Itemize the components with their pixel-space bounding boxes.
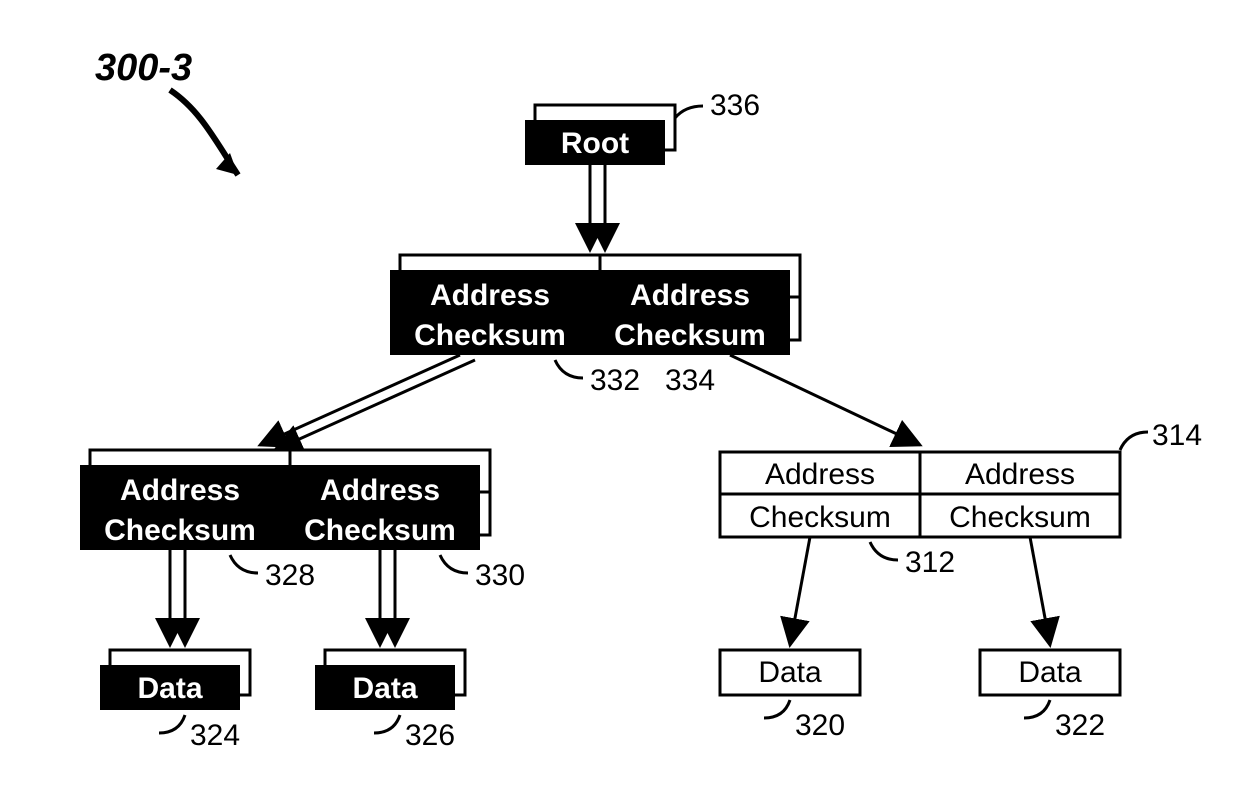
ref-hook-330 (440, 555, 468, 573)
ref-322: 322 (1055, 709, 1105, 742)
ref-hook-322 (1024, 700, 1050, 718)
ref-324: 324 (190, 719, 240, 752)
arrow-r2 (1030, 537, 1050, 645)
ref-332: 332 (590, 364, 640, 397)
arrow-r1 (790, 537, 810, 645)
mid-left-bot: Checksum (414, 319, 566, 352)
ref-326: 326 (405, 719, 455, 752)
mid-right-top: Address (630, 279, 750, 312)
r3l-l-top: Address (120, 474, 240, 507)
mid-right-bot: Checksum (614, 319, 766, 352)
arrow-mid-l-b (275, 360, 475, 450)
r3r-r-top: Address (965, 458, 1075, 491)
root-label: Root (561, 127, 629, 160)
r3l-l-bot: Checksum (104, 514, 256, 547)
ref-312: 312 (905, 546, 955, 579)
ref-hook-312 (870, 542, 898, 560)
r3r-l-top: Address (765, 458, 875, 491)
ref-334: 334 (665, 364, 715, 397)
r3l-r-top: Address (320, 474, 440, 507)
ref-hook-326 (374, 715, 400, 733)
ref-314: 314 (1152, 419, 1202, 452)
ref-320: 320 (795, 709, 845, 742)
r3l-r-bot: Checksum (304, 514, 456, 547)
ref-hook-328 (230, 555, 258, 573)
ref-336: 336 (710, 89, 760, 122)
arrow-mid-l-a (260, 355, 460, 445)
merkle-tree-diagram: 300-3 Root 336 Address Checksum Address … (0, 0, 1240, 802)
data-l1-label: Data (137, 672, 202, 705)
data-l2-label: Data (352, 672, 417, 705)
ref-hook-314 (1120, 432, 1148, 450)
figure-ref: 300-3 (95, 47, 192, 89)
data-r1-label: Data (758, 656, 822, 689)
data-r2-label: Data (1018, 656, 1082, 689)
r3r-r-bot: Checksum (949, 501, 1091, 534)
ref-hook-332 (555, 360, 583, 378)
ref-328: 328 (265, 559, 315, 592)
ref-hook-336 (675, 106, 703, 118)
r3r-l-bot: Checksum (749, 501, 891, 534)
ref-330: 330 (475, 559, 525, 592)
ref-hook-320 (764, 700, 790, 718)
arrow-mid-r (730, 355, 920, 445)
ref-hook-324 (159, 715, 185, 733)
mid-left-top: Address (430, 279, 550, 312)
